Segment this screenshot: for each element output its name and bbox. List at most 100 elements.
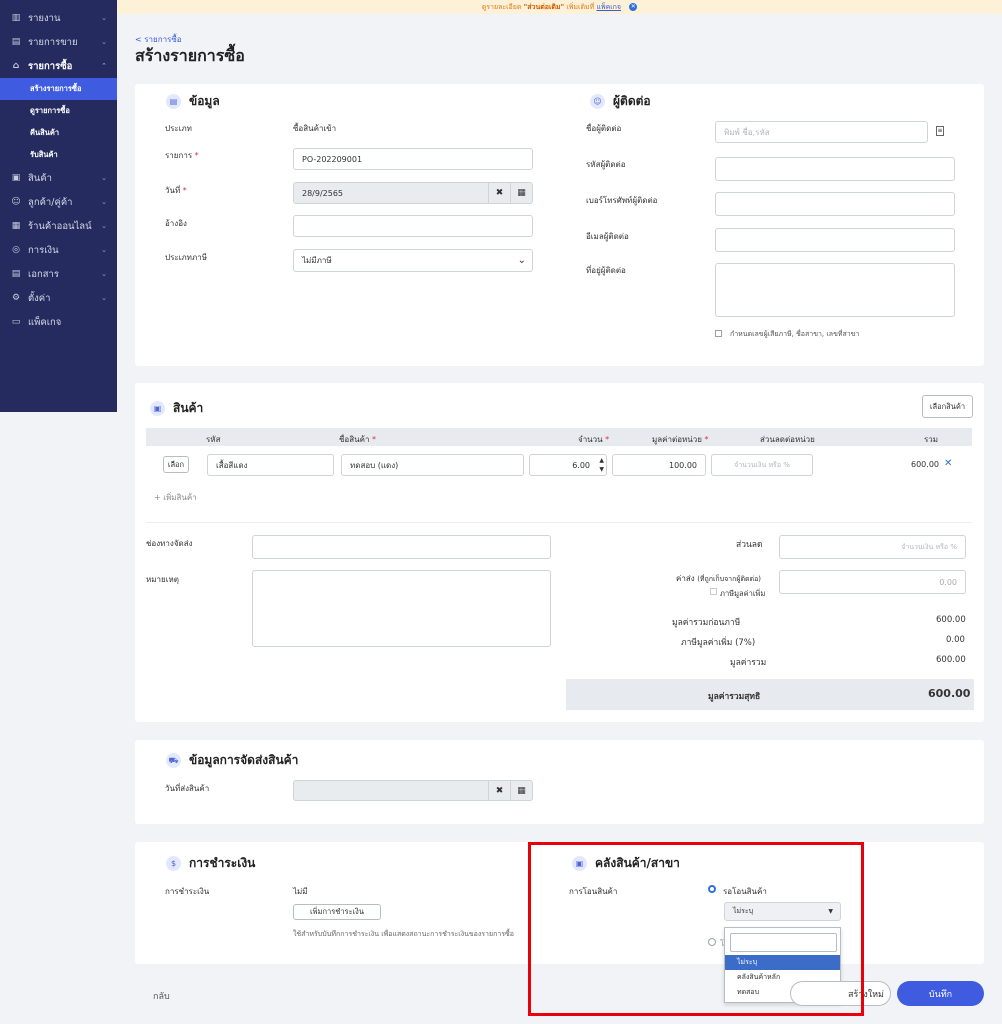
banner-package-link[interactable]: แพ็คเกจ [596, 3, 621, 11]
truck-icon: ⛟ [166, 753, 181, 768]
sidebar-item-finance[interactable]: ◎ การเงิน ⌄ [0, 238, 117, 262]
tax-info-label: กำหนดเลขผู้เสียภาษี, ชื่อสาขา, เลขที่สาข… [730, 330, 860, 338]
add-payment-button[interactable]: เพิ่มการชำระเงิน [293, 904, 381, 920]
sidebar-item-label: รายการขาย [28, 36, 78, 48]
net-total-value: 600.00 [928, 687, 971, 700]
sidebar-item-package[interactable]: ▭ แพ็คเกจ [0, 310, 117, 334]
contact-email-input[interactable] [715, 228, 955, 252]
reference-input[interactable] [293, 215, 533, 237]
pick-product-button[interactable]: เลือก [163, 456, 189, 473]
banner-bold: "ส่วนต่อเติม" [523, 3, 565, 11]
note-textarea[interactable] [252, 570, 551, 647]
delivery-date-input[interactable]: ✖ ▦ [293, 780, 533, 801]
sidebar-sub-return[interactable]: คืนสินค้า [0, 122, 117, 144]
sidebar: ▥ รายงาน ⌄ ▤ รายการขาย ⌄ ⌂ รายการซื้อ ⌃ … [0, 0, 117, 412]
sidebar-item-sales[interactable]: ▤ รายการขาย ⌄ [0, 30, 117, 54]
col-total: รวม [924, 435, 939, 444]
col-code: รหัส [206, 435, 221, 444]
chevron-down-icon: ⌄ [101, 198, 107, 206]
save-label: บันทึก [928, 989, 953, 1000]
doc-number-label: รายการ * [165, 151, 199, 160]
product-name-input[interactable]: ทดสอบ (แดง) [341, 454, 524, 476]
info-title: ข้อมูล [189, 94, 220, 108]
qty-stepper-icon[interactable]: ▲ ▼ [599, 456, 604, 474]
shipping-fee-label-text: ค่าส่ง [676, 574, 695, 583]
contact-email-label: อีเมลผู้ติดต่อ [586, 232, 629, 241]
close-icon[interactable]: ✕ [629, 3, 638, 11]
col-price: มูลค่าต่อหน่วย * [652, 435, 709, 444]
sidebar-sub-view-purchase[interactable]: ดูรายการซื้อ [0, 100, 117, 122]
sidebar-item-settings[interactable]: ⚙ ตั้งค่า ⌄ [0, 286, 117, 310]
date-input[interactable]: 28/9/2565 ✖ ▦ [293, 182, 533, 204]
people-icon: ☺ [11, 197, 21, 207]
contact-code-label: รหัสผู้ติดต่อ [586, 160, 626, 169]
discount-input[interactable]: จำนวนเงิน หรือ % [779, 535, 966, 559]
sidebar-sub-create-purchase[interactable]: สร้างรายการซื้อ [0, 78, 117, 100]
reference-label: อ้างอิง [165, 219, 187, 228]
total-label: มูลค่ารวม [730, 658, 767, 668]
shipping-fee-input[interactable]: 0.00 [779, 570, 966, 594]
vat-value: 0.00 [946, 635, 965, 645]
select-products-button[interactable]: เลือกสินค้า [922, 395, 973, 418]
document-icon: ▤ [166, 94, 181, 109]
contact-title: ผู้ติดต่อ [613, 94, 651, 108]
calendar-icon[interactable]: ▦ [510, 183, 532, 203]
sidebar-item-products[interactable]: ▣ สินค้า ⌄ [0, 166, 117, 190]
chevron-up-icon: ⌃ [101, 62, 107, 70]
divider [146, 522, 972, 523]
type-label: ประเภท [165, 124, 192, 133]
sidebar-item-report[interactable]: ▥ รายงาน ⌄ [0, 6, 117, 30]
col-discount: ส่วนลดต่อหน่วย [760, 435, 815, 444]
sidebar-item-label: สินค้า [28, 172, 52, 184]
chevron-down-icon: ⌄ [101, 14, 107, 22]
products-table-header: รหัส ชื่อสินค้า * จำนวน * มูลค่าต่อหน่วย… [146, 428, 972, 446]
product-code-input[interactable]: เสื้อสีแดง [207, 454, 334, 476]
sidebar-sub-receive[interactable]: รับสินค้า [0, 144, 117, 166]
save-button[interactable]: บันทึก [897, 981, 984, 1006]
package-icon: ▭ [11, 317, 21, 327]
shipping-channel-input[interactable] [252, 535, 551, 559]
receipt-icon: ▤ [11, 37, 21, 47]
remove-row-icon[interactable]: ✕ [944, 458, 952, 469]
coin-icon: $ [166, 856, 181, 871]
document-icon: ▤ [11, 269, 21, 279]
back-link[interactable]: กลับ [153, 989, 170, 1003]
delivery-date-label: วันที่ส่งสินค้า [165, 784, 210, 793]
tax-type-select[interactable]: ไม่มีภาษี ⌄ [293, 249, 533, 272]
calendar-icon[interactable]: ▦ [510, 781, 532, 800]
clear-date-icon[interactable]: ✖ [488, 781, 510, 800]
sidebar-item-customers[interactable]: ☺ ลูกค้า/คู่ค้า ⌄ [0, 190, 117, 214]
sidebar-item-label: ลูกค้า/คู่ค้า [28, 196, 73, 208]
contact-book-icon[interactable]: ≡ [936, 126, 944, 136]
sidebar-item-purchase[interactable]: ⌂ รายการซื้อ ⌃ [0, 54, 117, 78]
vat-checkbox[interactable] [710, 588, 717, 595]
contact-address-textarea[interactable] [715, 263, 955, 317]
tax-info-checkbox[interactable] [715, 330, 722, 337]
sidebar-item-label: รายการซื้อ [28, 60, 73, 72]
tax-type-value: ไม่มีภาษี [302, 256, 332, 265]
contact-phone-input[interactable] [715, 192, 955, 216]
product-discount-input[interactable]: จำนวนเงิน หรือ % [711, 454, 813, 476]
shipping-fee-label: ค่าส่ง (ที่ถูกเก็บจากผู้ติดต่อ) [676, 572, 761, 585]
contact-code-input[interactable] [715, 157, 955, 181]
store-icon: ▦ [11, 221, 21, 231]
chevron-down-icon: ⌄ [101, 246, 107, 254]
add-product-link[interactable]: + เพิ่มสินค้า [154, 491, 197, 504]
payment-value: ไม่มี [293, 887, 308, 896]
doc-number-input[interactable]: PO-202209001 [293, 148, 533, 170]
sidebar-item-documents[interactable]: ▤ เอกสาร ⌄ [0, 262, 117, 286]
col-name: ชื่อสินค้า * [339, 435, 376, 444]
product-price-input[interactable]: 100.00 [612, 454, 706, 476]
total-value: 600.00 [936, 655, 966, 665]
chevron-down-icon: ⌄ [101, 38, 107, 46]
contact-name-input[interactable]: พิมพ์ ชื่อ,รหัส [715, 121, 928, 143]
product-qty-input[interactable]: 6.00 ▲ ▼ [529, 454, 607, 476]
products-title: สินค้า [173, 401, 204, 415]
contact-header: ☺ ผู้ติดต่อ [590, 92, 651, 111]
clear-date-icon[interactable]: ✖ [488, 183, 510, 203]
sidebar-item-online-store[interactable]: ▦ ร้านค้าออนไลน์ ⌄ [0, 214, 117, 238]
products-header: ▣ สินค้า [150, 399, 203, 418]
col-name-text: ชื่อสินค้า [339, 435, 370, 444]
contact-name-label: ชื่อผู้ติดต่อ [586, 124, 622, 133]
date-value: 28/9/2565 [302, 188, 344, 198]
